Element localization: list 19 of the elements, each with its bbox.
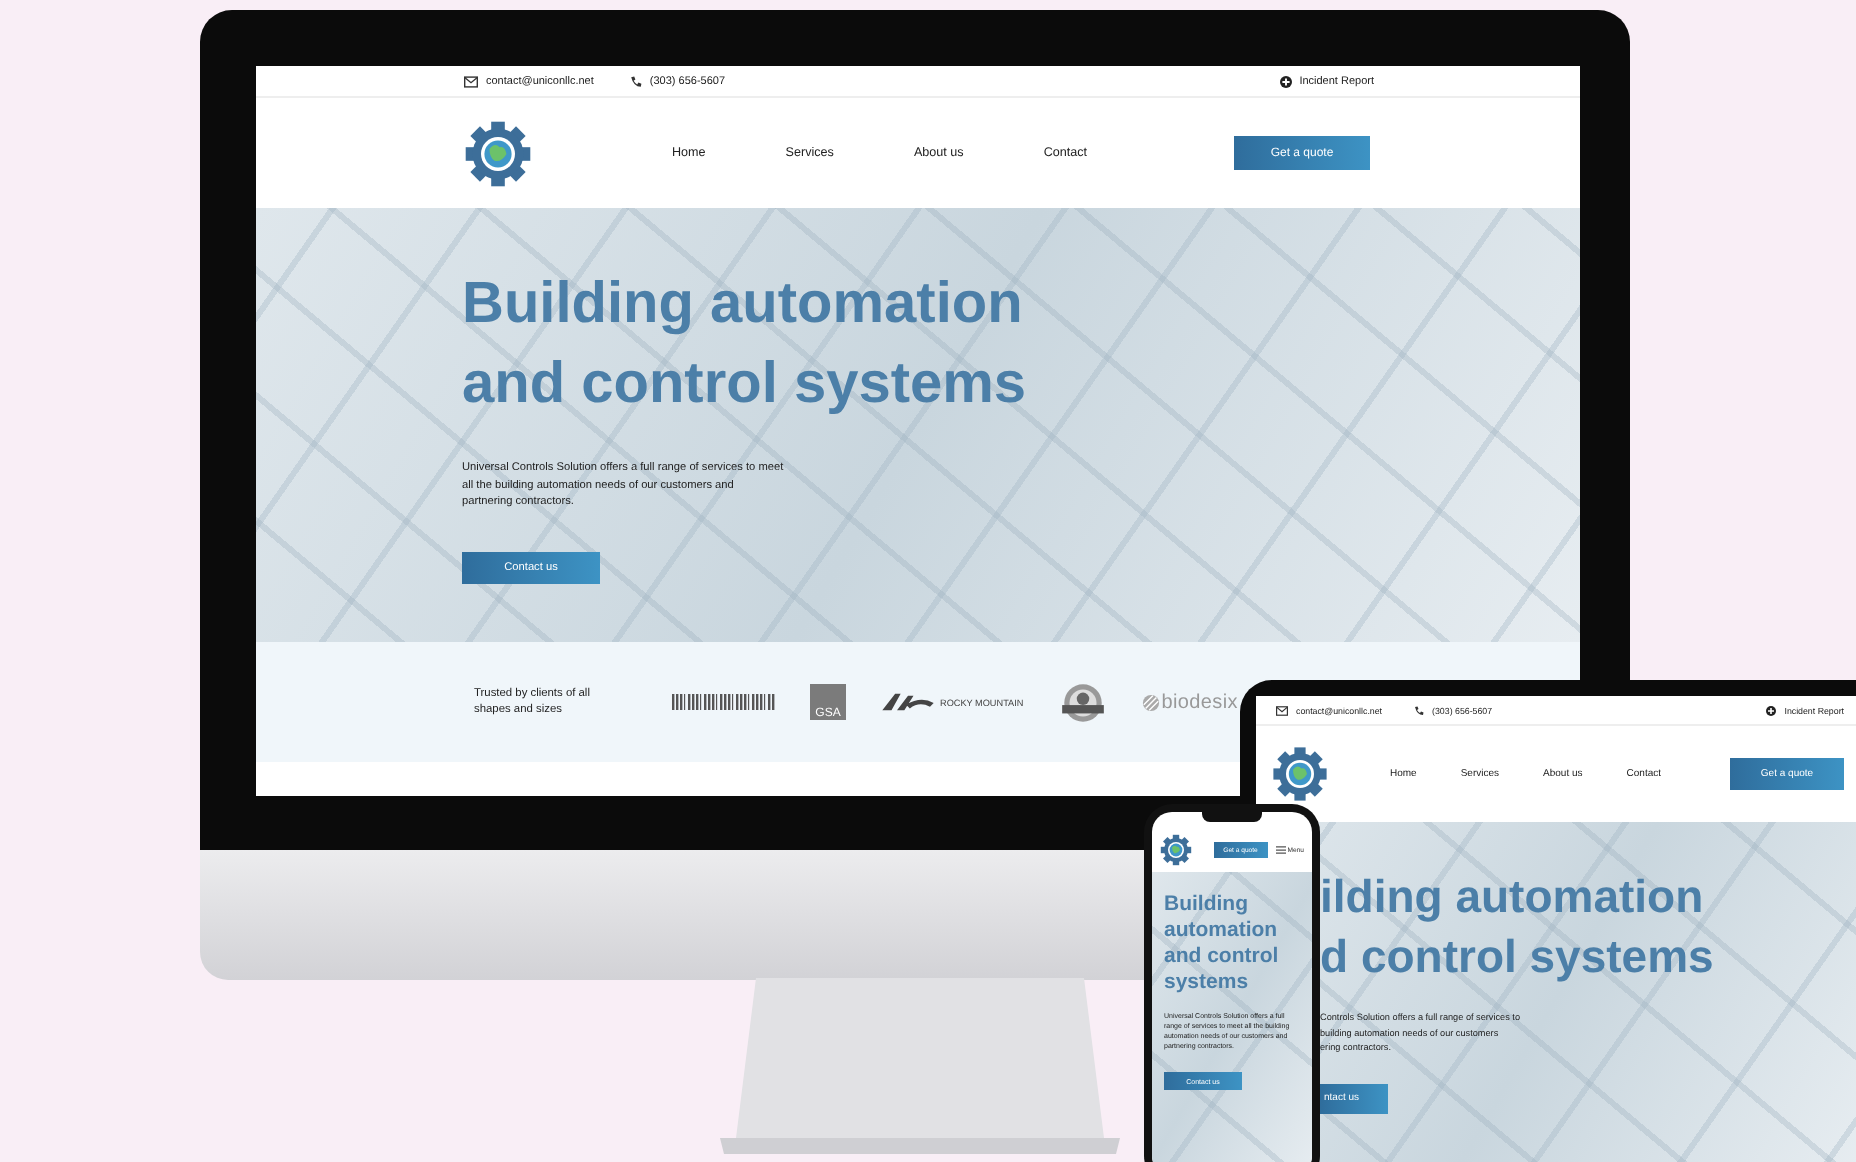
plus-circle-icon (1766, 705, 1777, 715)
gear-logo-icon[interactable] (464, 119, 532, 187)
seal-logo-icon (1057, 681, 1108, 723)
menu-icon[interactable] (1275, 846, 1286, 854)
phone-notch (1202, 812, 1262, 822)
gear-logo-icon[interactable] (1160, 834, 1192, 866)
swoosh-logo-icon (880, 691, 936, 713)
phone-icon (629, 75, 642, 87)
hero-heading: ilding automation d control systems (1320, 868, 1716, 986)
phone-icon (1414, 705, 1425, 715)
hatched-circle-icon (1141, 693, 1160, 711)
gear-logo-icon[interactable] (1272, 746, 1328, 802)
plus-circle-icon (1279, 75, 1292, 87)
envelope-icon (1276, 705, 1288, 715)
hero-heading: Building automation and control systems (1164, 892, 1281, 996)
envelope-icon (464, 75, 478, 87)
hero-heading: Building automation and control systems (462, 270, 1029, 420)
client-logo: biodesix (1161, 691, 1238, 713)
stripes-logo-icon (672, 694, 776, 710)
